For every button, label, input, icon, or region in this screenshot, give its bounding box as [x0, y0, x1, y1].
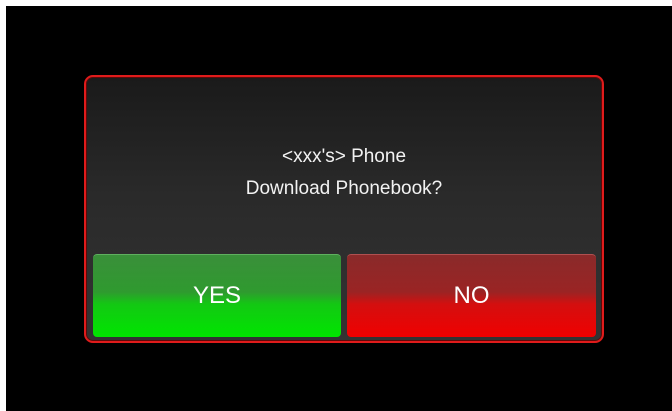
dialog-message: <xxx's> Phone Download Phonebook? [86, 141, 602, 205]
screen-background: <xxx's> Phone Download Phonebook? YES NO [6, 6, 672, 411]
download-question-text: Download Phonebook? [245, 178, 443, 199]
no-button-label: NO [453, 282, 490, 309]
phonebook-download-dialog: <xxx's> Phone Download Phonebook? YES NO [84, 75, 604, 343]
yes-button-label: YES [192, 282, 242, 309]
no-button[interactable]: NO [347, 254, 596, 337]
yes-button[interactable]: YES [93, 254, 341, 337]
phone-name-text: <xxx's> Phone [281, 146, 407, 167]
